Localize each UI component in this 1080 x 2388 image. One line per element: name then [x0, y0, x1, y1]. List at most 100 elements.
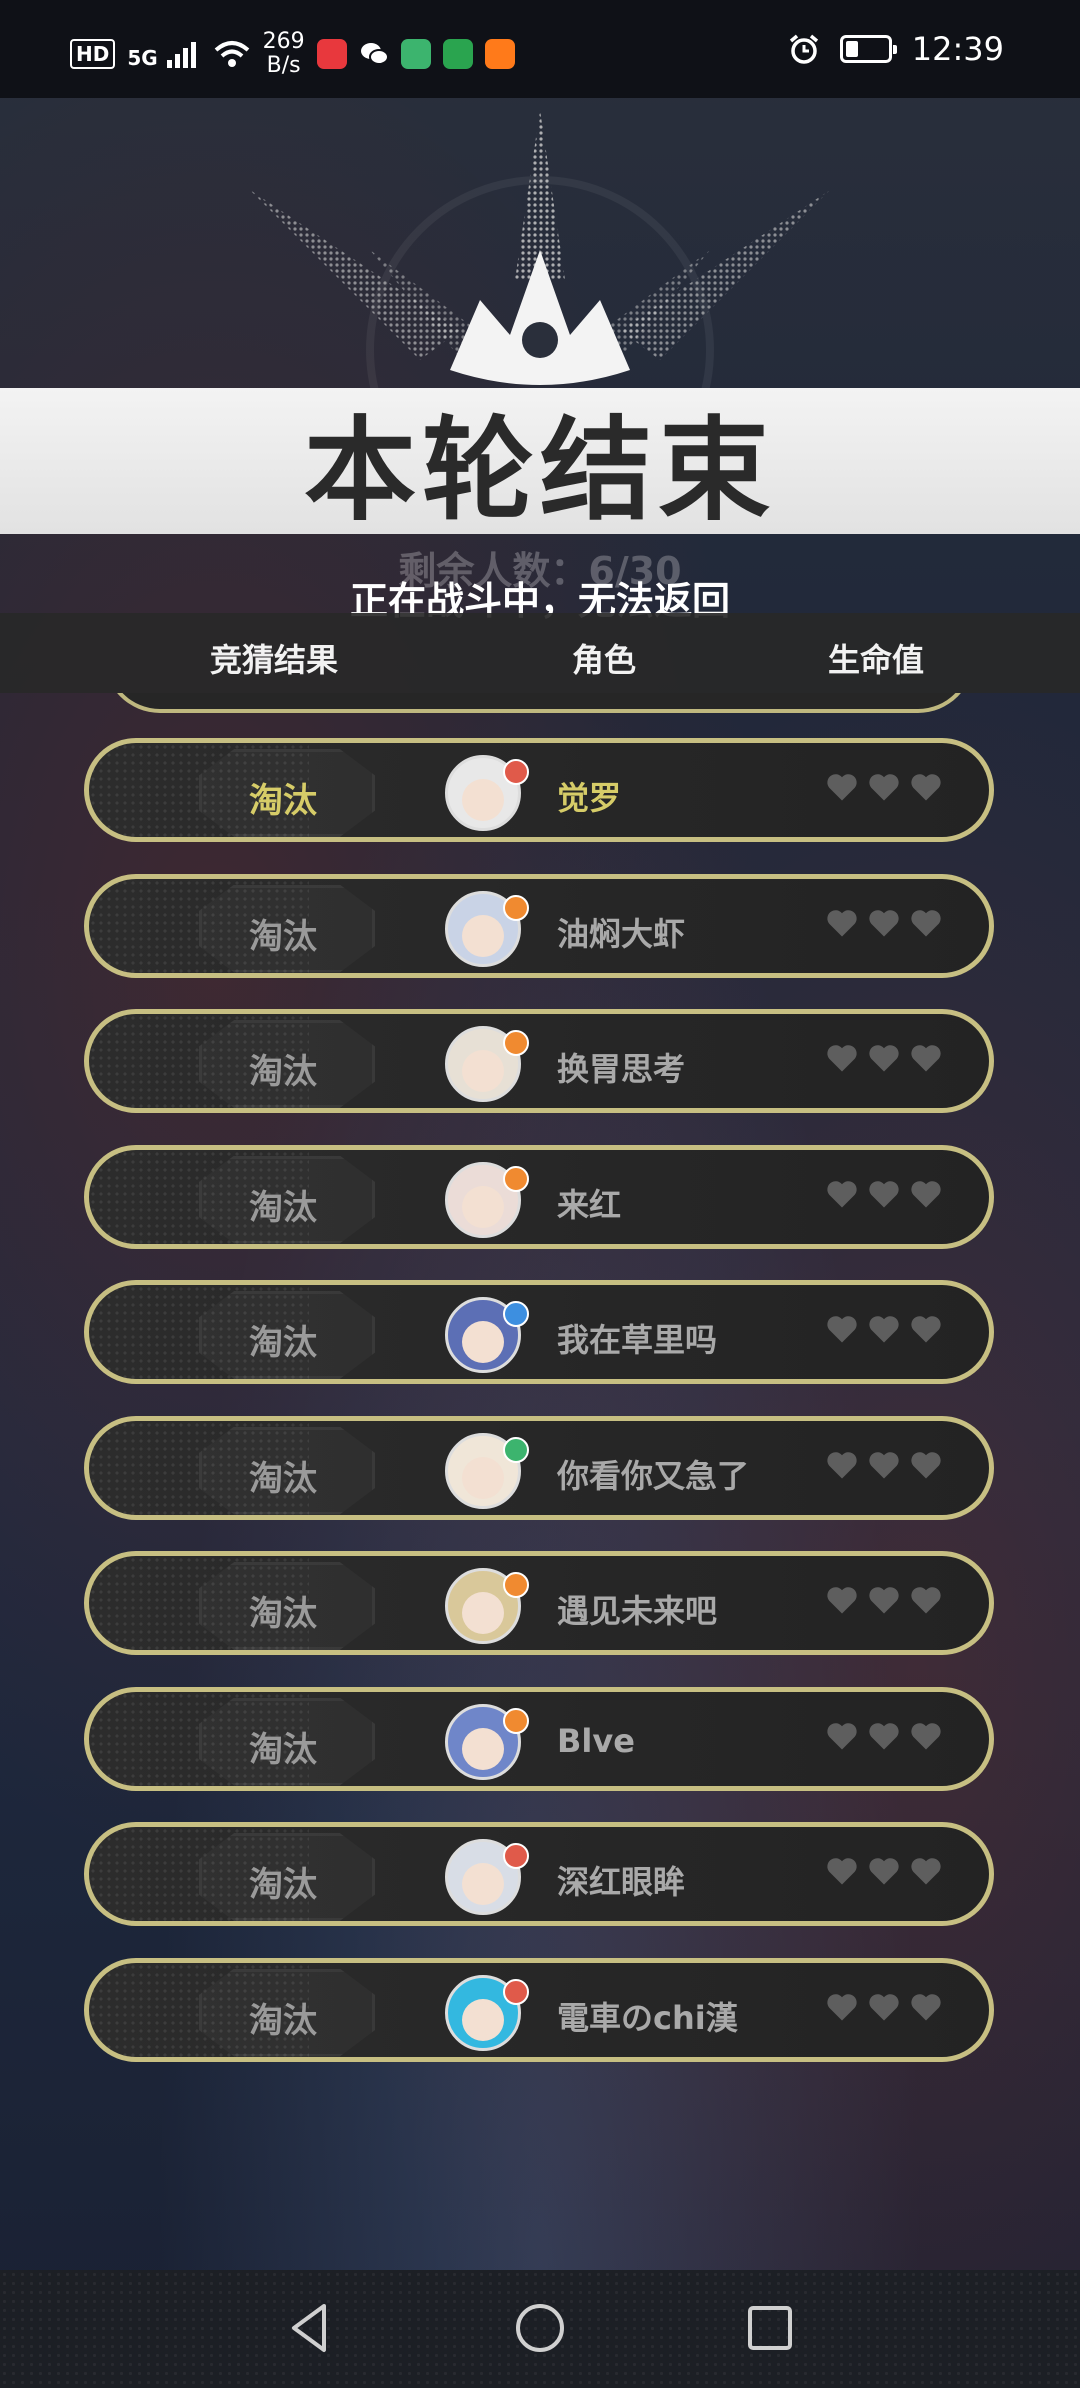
- result-label: 淘汰: [249, 2000, 317, 2041]
- heart-icon: [908, 1040, 944, 1080]
- level-badge-icon: [503, 1165, 529, 1192]
- heart-icon: [908, 1447, 944, 1487]
- result-label: 淘汰: [249, 1865, 317, 1905]
- avatar-face: [462, 914, 504, 957]
- crown-emblem: [250, 110, 830, 400]
- hp-hearts: [824, 1176, 944, 1216]
- result-label: 淘汰: [249, 1729, 317, 1770]
- avatar-face: [462, 1050, 504, 1092]
- avatar-face: [462, 1727, 504, 1770]
- level-badge-icon: [503, 1572, 529, 1598]
- heart-icon: [824, 1989, 860, 2029]
- hp-hearts: [824, 1311, 944, 1351]
- player-name: 深红眼眸: [557, 1863, 686, 1901]
- heart-icon: [866, 769, 902, 809]
- home-icon[interactable]: [510, 2298, 570, 2358]
- list-item[interactable]: 淘汰 電車のchi漢: [84, 1957, 994, 2062]
- level-badge-icon: [503, 759, 529, 785]
- heart-icon: [908, 1582, 944, 1622]
- player-name: 来红: [557, 1185, 622, 1224]
- player-name: 觉罗: [557, 779, 622, 817]
- app-notification-icon: [400, 39, 431, 69]
- list-item[interactable]: 淘汰 深红眼眸: [84, 1822, 994, 1926]
- player-name: Blve: [557, 1721, 635, 1760]
- heart-icon: [908, 905, 944, 945]
- hp-hearts: [824, 1853, 944, 1893]
- wifi-icon: [214, 41, 249, 67]
- result-label: 淘汰: [249, 781, 317, 821]
- hp-hearts: [824, 1989, 944, 2029]
- avatar-face: [462, 1863, 504, 1905]
- status-bar: HD 5G 269 B/s 12:39: [0, 0, 1080, 98]
- round-end-banner: 本轮结束: [0, 388, 1080, 536]
- player-name: 油焖大虾: [557, 914, 686, 953]
- list-item[interactable]: 淘汰 你看你又急了: [84, 1415, 994, 1520]
- taobao-icon: [484, 39, 515, 69]
- list-item[interactable]: 淘汰 觉罗: [84, 738, 994, 842]
- hd-icon: HD: [70, 39, 116, 69]
- list-item[interactable]: 淘汰 来红: [84, 1144, 994, 1249]
- clock: 12:39: [911, 30, 1004, 68]
- heart-icon: [908, 1176, 944, 1216]
- column-hp: 生命值: [828, 641, 925, 679]
- avatar-face: [462, 1321, 504, 1363]
- heart-icon: [824, 1718, 860, 1758]
- level-badge-icon: [503, 1436, 529, 1463]
- heart-icon: [866, 1176, 902, 1216]
- player-name: 遇见未来吧: [557, 1592, 718, 1630]
- heart-icon: [824, 1447, 860, 1487]
- hp-hearts: [824, 769, 944, 809]
- heart-icon: [866, 1989, 902, 2029]
- heart-icon: [824, 1311, 860, 1351]
- level-badge-icon: [503, 1301, 529, 1327]
- network-speed: 269 B/s: [262, 29, 305, 78]
- heart-icon: [866, 1447, 902, 1487]
- hp-hearts: [824, 1040, 944, 1080]
- heart-icon: [908, 1989, 944, 2029]
- player-list[interactable]: 淘汰 觉罗 淘汰 油焖大虾 淘汰 换胃思考 淘汰 来红 淘汰 我在草里吗 淘汰 你看你又急了 淘汰 遇见未…: [0, 693, 1080, 2093]
- table-header: 竞猜结果 角色 生命值: [0, 613, 1080, 693]
- hp-hearts: [824, 1718, 944, 1758]
- result-label: 淘汰: [249, 1594, 317, 1634]
- result-label: 淘汰: [249, 1052, 317, 1092]
- player-name: 我在草里吗: [557, 1321, 718, 1359]
- heart-icon: [908, 1311, 944, 1351]
- app-notification-icon: [442, 39, 473, 69]
- list-item[interactable]: 淘汰 遇见未来吧: [84, 1551, 994, 1655]
- recents-icon[interactable]: [740, 2298, 800, 2358]
- level-badge-icon: [503, 894, 529, 921]
- heart-icon: [908, 1718, 944, 1758]
- list-item[interactable]: 淘汰 油焖大虾: [84, 873, 994, 978]
- heart-icon: [824, 1582, 860, 1622]
- wechat-icon: [359, 39, 389, 69]
- heart-icon: [866, 1311, 902, 1351]
- list-item[interactable]: 淘汰 换胃思考: [84, 1009, 994, 1113]
- avatar-face: [462, 1998, 504, 2041]
- player-name: 電車のchi漢: [557, 1998, 738, 2037]
- list-item[interactable]: 淘汰 我在草里吗: [84, 1280, 994, 1384]
- list-item-partial: [104, 693, 974, 713]
- heart-icon: [824, 905, 860, 945]
- battery-icon: [839, 35, 897, 63]
- heart-icon: [866, 1582, 902, 1622]
- page-title: 本轮结束: [304, 406, 776, 536]
- heart-icon: [866, 1718, 902, 1758]
- hp-hearts: [824, 1447, 944, 1487]
- list-item[interactable]: 淘汰 Blve: [84, 1686, 994, 1791]
- result-label: 淘汰: [249, 1323, 317, 1363]
- level-badge-icon: [503, 1030, 529, 1056]
- heart-icon: [824, 1853, 860, 1893]
- back-icon[interactable]: [280, 2298, 340, 2358]
- navigation-bar: [0, 2270, 1080, 2388]
- app-notification-icon: [316, 39, 347, 69]
- column-result: 竞猜结果: [210, 641, 339, 679]
- heart-icon: [866, 1853, 902, 1893]
- avatar-face: [462, 1185, 504, 1228]
- result-label: 淘汰: [249, 916, 317, 957]
- heart-icon: [824, 1040, 860, 1080]
- signal-icon: 5G: [127, 40, 200, 68]
- level-badge-icon: [503, 1707, 529, 1734]
- hp-hearts: [824, 905, 944, 945]
- player-name: 你看你又急了: [557, 1456, 750, 1495]
- heart-icon: [908, 1853, 944, 1893]
